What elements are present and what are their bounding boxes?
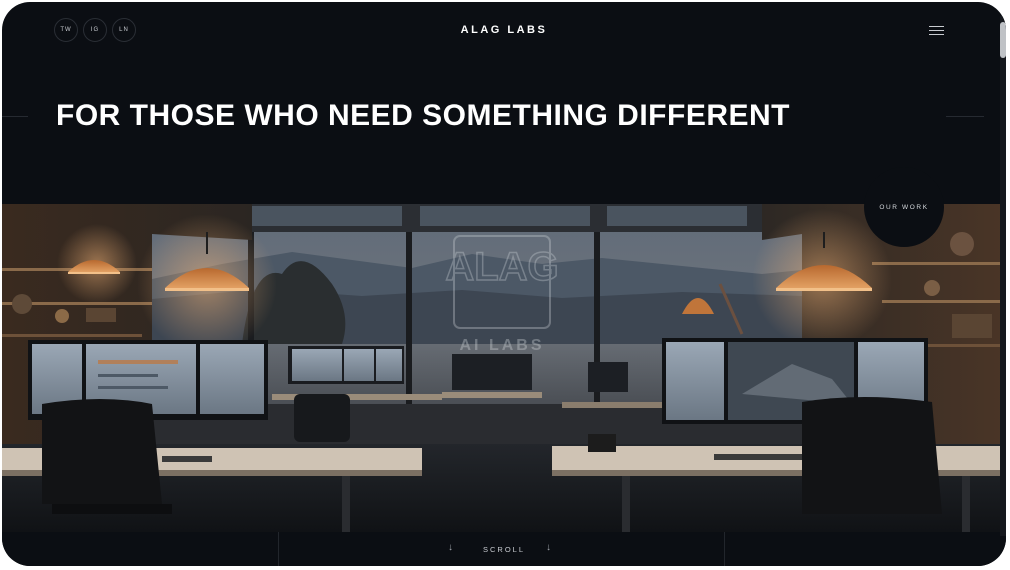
arrow-down-icon: ↓ <box>546 542 551 553</box>
scrollbar-thumb[interactable] <box>1000 22 1006 58</box>
scroll-label[interactable]: SCROLL <box>2 545 1006 554</box>
headline-rule-right <box>946 116 984 117</box>
scroll-bar: ↓ SCROLL ↓ <box>2 532 1006 566</box>
page-frame: TW IG LN ALAG LABS FOR THOSE WHO NEED SO… <box>2 2 1006 566</box>
svg-text:ALAG: ALAG <box>445 245 558 289</box>
svg-text:AI LABS: AI LABS <box>460 337 545 354</box>
our-work-button[interactable]: OUR WORK <box>864 167 944 247</box>
office-illustration: ALAG AI LABS <box>2 204 1006 532</box>
scrollbar-track[interactable] <box>1000 16 1006 536</box>
headline-rule-left <box>2 116 28 117</box>
brand-logo[interactable]: ALAG LABS <box>2 24 1006 36</box>
hero-image: ALAG AI LABS <box>2 204 1006 532</box>
hamburger-icon[interactable] <box>929 24 944 36</box>
hero-headline: FOR THOSE WHO NEED SOMETHING DIFFERENT <box>56 99 791 132</box>
